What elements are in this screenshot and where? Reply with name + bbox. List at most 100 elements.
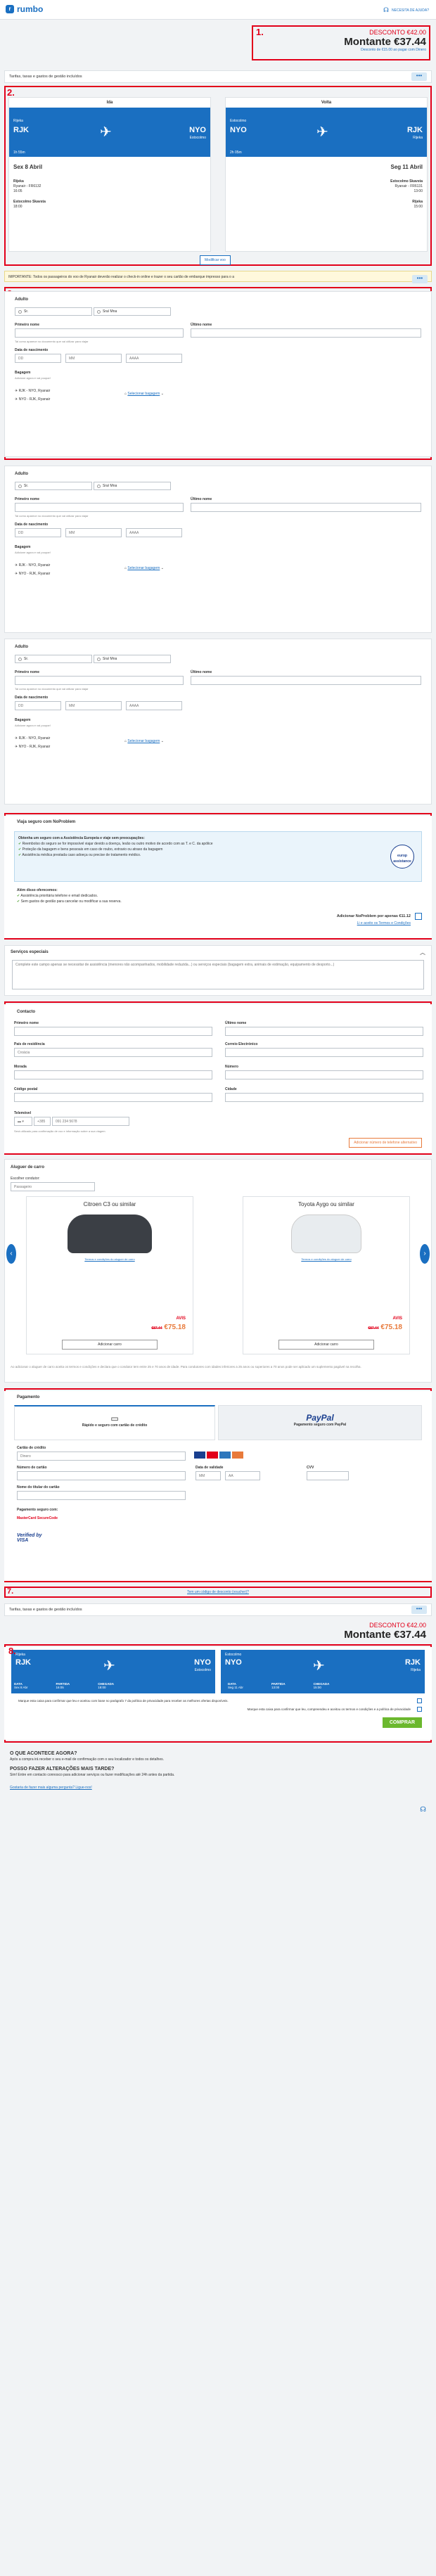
select-baggage[interactable]: ⌂ Selecionar bagagem ⌄ <box>124 566 164 570</box>
tab-paypal[interactable]: PayPal Pagamento seguro com PayPal <box>218 1405 422 1440</box>
address-input[interactable] <box>14 1070 212 1079</box>
card-type-select[interactable]: Dinero <box>17 1452 186 1461</box>
first-name-label: Primeiro nome <box>15 497 40 501</box>
select-baggage[interactable]: ⌂ Selecionar bagagem ⌄ <box>124 392 164 396</box>
add-car-1-button[interactable]: Adicionar carro <box>62 1340 158 1350</box>
email-field[interactable] <box>225 1048 423 1057</box>
car-2-title: Toyota Aygo ou similar <box>298 1201 354 1207</box>
title-mr-radio[interactable]: Sr. <box>15 307 92 316</box>
title-mr-radio[interactable]: Sr. <box>15 482 92 490</box>
special-services: Serviços especiais ︿ Complete este campo… <box>4 945 432 996</box>
special-services-textarea[interactable]: Complete este campo apenas se necessitar… <box>12 960 424 989</box>
contact-us-link[interactable]: Gostaria de fazer mais alguma pergunta? … <box>10 1785 426 1790</box>
car-2-terms-link[interactable]: Termos e condições do aluguer de carro <box>243 1257 409 1261</box>
outbound-from-code: RJK <box>13 126 30 134</box>
zip-input[interactable] <box>14 1093 212 1102</box>
baggage-label: Bagagem <box>15 371 31 375</box>
final-total: Montante €37.44 <box>344 1629 426 1641</box>
route-out-label: RJK - NYO, Ryanair <box>18 736 51 741</box>
first-name-input[interactable] <box>15 328 184 338</box>
final-section: Rijeka RJK ✈ NYO Estocolmo Estocolmo NYO… <box>4 1646 432 1740</box>
dob-month-input[interactable]: MM <box>65 701 122 710</box>
country-select[interactable]: Croácia <box>14 1048 212 1057</box>
select-baggage-link[interactable]: Selecionar bagagem <box>127 392 160 396</box>
last-name-input[interactable] <box>191 328 421 338</box>
logo[interactable]: r rumbo <box>6 4 43 14</box>
phone-input[interactable]: 091 234 5678 <box>52 1117 129 1126</box>
outbound-airline: Ryanair - FR6132 <box>13 184 41 188</box>
chevron-up-icon[interactable]: ︿ <box>420 949 425 956</box>
terms-checkbox[interactable] <box>417 1707 422 1712</box>
last-name-input[interactable] <box>191 676 421 685</box>
last-name-input[interactable] <box>191 503 421 512</box>
insurance-terms-link[interactable]: Li e aceito os Termos e Condições <box>357 921 411 925</box>
amex-icon <box>219 1452 231 1459</box>
faq-a1: Após a compra irá receber o seu e-mail d… <box>10 1757 165 1762</box>
fees-expand-button-bottom[interactable]: ••• <box>411 1606 427 1614</box>
dob-month-input[interactable]: MM <box>65 354 122 363</box>
add-car-2-button[interactable]: Adicionar carro <box>278 1340 374 1350</box>
driver-select[interactable]: Passageiro <box>11 1182 95 1191</box>
dob-year-input[interactable]: AAAA <box>126 701 182 710</box>
insurance-section: Viaja seguro com NoProblem Obtenha um se… <box>4 816 432 938</box>
address-label: Morada <box>14 1065 27 1069</box>
car-2-image <box>291 1215 361 1253</box>
zip-label: Código postal <box>14 1087 38 1091</box>
mastercard-icon <box>207 1452 218 1459</box>
add-alt-phone-button[interactable]: Adicionar número de telefone alternativo <box>349 1138 422 1148</box>
dob-year-input[interactable]: AAAA <box>126 528 182 537</box>
cvv-input[interactable] <box>307 1471 349 1480</box>
dob-month-input[interactable]: MM <box>65 528 122 537</box>
modify-flight-button[interactable]: Modificar voo <box>200 255 231 265</box>
mrs-label: Sra/ Mna <box>103 657 117 661</box>
final-in-to-city: Rijeka <box>411 1668 421 1672</box>
fees-expand-button[interactable]: ••• <box>411 72 427 81</box>
select-baggage-link[interactable]: Selecionar bagagem <box>127 739 160 743</box>
select-baggage[interactable]: ⌂ Selecionar bagagem ⌄ <box>124 739 164 743</box>
select-baggage-link[interactable]: Selecionar bagagem <box>127 566 160 570</box>
final-in-dep: 13:00 <box>271 1686 280 1689</box>
privacy-checkbox[interactable] <box>417 1698 422 1703</box>
dob-day-input[interactable]: DD <box>15 528 61 537</box>
outbound-head: Ida <box>106 101 113 105</box>
notice-expand-button[interactable]: ••• <box>412 275 428 283</box>
tab-credit-card-label: Rápido e seguro com cartão de crédito <box>82 1423 148 1428</box>
radio-icon <box>97 309 101 314</box>
contact-last-input[interactable] <box>225 1027 423 1036</box>
phone-flag-select[interactable]: ▬ ▾ <box>14 1117 32 1126</box>
title-mrs-radio[interactable]: Sra/ Mna <box>94 655 171 663</box>
card-number-input[interactable] <box>17 1471 186 1480</box>
buy-button[interactable]: COMPRAR <box>382 1717 422 1728</box>
dob-day-input[interactable]: DD <box>15 354 61 363</box>
city-input[interactable] <box>225 1093 423 1102</box>
carousel-prev-button[interactable]: ‹ <box>6 1244 16 1264</box>
outbound-banner: Rijeka RJK ✈ NYO Estocolmo 1h 55m <box>9 108 210 157</box>
extra-2: ✔ Sem gastos de gestão para cancelar ou … <box>17 899 122 904</box>
help-link[interactable]: ☊ NECESITA DE AJUDA? <box>383 6 429 14</box>
dob-day-input[interactable]: DD <box>15 701 61 710</box>
plane-icon: ✈ <box>15 736 18 741</box>
holder-input[interactable] <box>17 1491 186 1500</box>
add-insurance-checkbox[interactable] <box>415 913 422 920</box>
avis-logo: AVIS <box>176 1316 186 1321</box>
expiry-month-select[interactable]: MM <box>195 1471 221 1480</box>
title-mrs-radio[interactable]: Sra/ Mna <box>94 307 171 316</box>
tab-credit-card[interactable]: ▭ Rápido e seguro com cartão de crédito <box>14 1405 215 1440</box>
first-name-hint: Tal como aparece no documento que vai ut… <box>15 340 89 343</box>
title-mr-radio[interactable]: Sr. <box>15 655 92 663</box>
voucher-link[interactable]: Tem um código de desconto (voucher)? <box>0 1590 436 1594</box>
number-input[interactable] <box>225 1070 423 1079</box>
first-name-input[interactable] <box>15 503 184 512</box>
title-mrs-radio[interactable]: Sra/ Mna <box>94 482 171 490</box>
expiry-year-select[interactable]: AA <box>225 1471 260 1480</box>
suitcase-icon: ⌂ <box>124 566 127 570</box>
headset-icon[interactable]: ☊ <box>420 1806 426 1814</box>
dob-year-input[interactable]: AAAA <box>126 354 182 363</box>
outbound-card: Ida Rijeka RJK ✈ NYO Estocolmo 1h 55m Se… <box>8 97 211 252</box>
car-1-terms-link[interactable]: Termos e condições do aluguer de carro <box>27 1257 193 1261</box>
contact-first-input[interactable] <box>14 1027 212 1036</box>
outbound-dep-time: 16:05 <box>13 189 23 193</box>
callout-8: 8. <box>8 1646 16 1656</box>
first-name-input[interactable] <box>15 676 184 685</box>
carousel-next-button[interactable]: › <box>420 1244 430 1264</box>
